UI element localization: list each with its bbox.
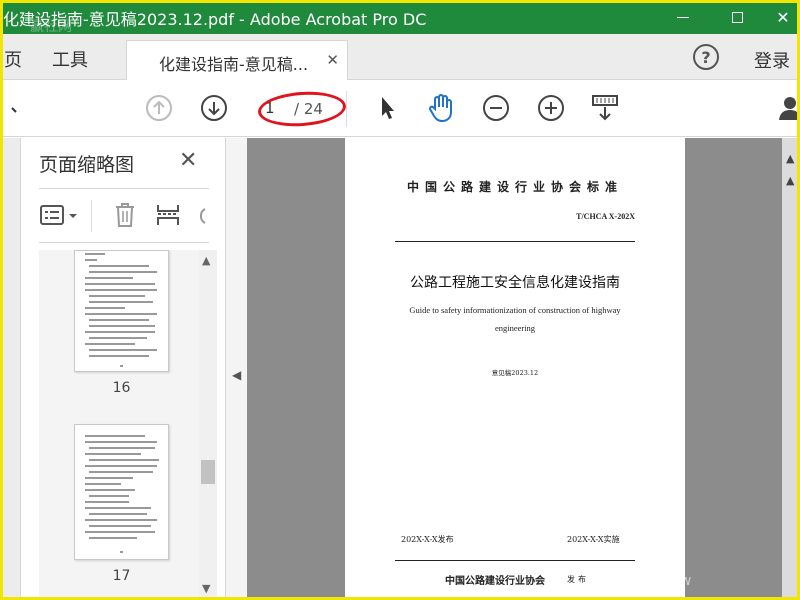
panel-splitter[interactable]: ◀: [225, 138, 247, 600]
options-icon: [40, 205, 77, 225]
next-page-icon[interactable]: [199, 93, 229, 123]
scroll-up-icon[interactable]: ▲: [786, 174, 794, 187]
help-button[interactable]: ?: [693, 44, 719, 70]
scroll-up-icon[interactable]: ▲: [202, 254, 210, 267]
publisher-name: 中国公路建设行业协会: [445, 576, 545, 587]
thumbnail-label: 17: [112, 568, 131, 584]
page-display-icon[interactable]: [590, 93, 620, 123]
issued-label: 发布: [567, 575, 589, 584]
thumbnail-panel-title: 页面缩略图: [39, 154, 135, 176]
previous-page-icon[interactable]: [144, 93, 174, 123]
thumbnail-list: 16 17: [39, 250, 216, 600]
toolbar-divider: [91, 200, 92, 232]
pdf-page: 中国公路建设行业协会标准 T/CHCA X-202X 公路工程施工安全信息化建设…: [345, 138, 685, 600]
document-title: 公路工程施工安全信息化建设指南: [410, 275, 620, 291]
header-rule: [395, 241, 635, 242]
footer-rule: [395, 560, 635, 561]
scroll-up-icon[interactable]: ▲: [786, 152, 794, 165]
english-title: Guide to safety informationization of co…: [409, 305, 621, 333]
standard-organization: 中国公路建设行业协会标准: [406, 180, 623, 194]
login-button[interactable]: 登录: [754, 47, 790, 73]
hand-tool-icon[interactable]: [426, 93, 456, 123]
chevron-left-icon[interactable]: [0, 93, 30, 123]
thumbnail-page-16[interactable]: [74, 250, 169, 372]
close-panel-icon[interactable]: ✕: [179, 148, 197, 173]
maximize-icon: [731, 11, 743, 23]
current-page-input[interactable]: 1: [265, 99, 287, 121]
maximize-button[interactable]: [714, 0, 760, 34]
total-pages: / 24: [294, 100, 323, 118]
document-viewer: 中国公路建设行业协会标准 T/CHCA X-202X 公路工程施工安全信息化建设…: [247, 138, 800, 600]
draft-note: 意见稿2023.12: [491, 369, 539, 377]
watermark-text: 赢社网: [30, 19, 72, 35]
tab-document[interactable]: 化建设指南-意见稿... ✕: [126, 40, 348, 80]
rotate-icon[interactable]: [193, 200, 207, 230]
extract-page-icon[interactable]: [155, 200, 181, 230]
share-user-icon[interactable]: [775, 93, 800, 123]
tab-home[interactable]: 页: [4, 46, 22, 72]
title-bar: 化建设指南-意见稿2023.12.pdf - Adobe Acrobat Pro…: [0, 0, 800, 35]
thumbnail-panel: 页面缩略图 ✕ 16 17 ▲ ▼: [20, 138, 225, 600]
thumbnail-page-17[interactable]: [74, 424, 169, 560]
close-icon: ✕: [776, 7, 790, 27]
standard-code: T/CHCA X-202X: [576, 212, 635, 221]
watermark-url: www: [655, 573, 693, 589]
document-scrollbar[interactable]: ▲ ▲: [782, 138, 800, 600]
tab-bar: 页 工具 化建设指南-意见稿... ✕ ? 登录: [0, 34, 800, 80]
collapse-panel-icon[interactable]: ◀: [232, 368, 241, 382]
zoom-out-icon[interactable]: [481, 93, 511, 123]
toolbar: 1 / 24: [0, 81, 800, 137]
scroll-down-icon[interactable]: ▼: [202, 582, 210, 595]
page-navigator: 1 / 24: [256, 96, 336, 124]
thumbnail-label: 16: [112, 380, 131, 396]
options-menu-button[interactable]: [39, 200, 81, 230]
toolbar-divider: [346, 91, 347, 127]
left-rail: [0, 138, 20, 600]
scrollbar-thumb[interactable]: [201, 460, 215, 484]
select-cursor-icon[interactable]: [372, 93, 402, 123]
implement-date: 202X-X-X实施: [567, 535, 620, 544]
minimize-button[interactable]: [660, 0, 706, 34]
minimize-icon: [677, 16, 689, 18]
publish-date: 202X-X-X发布: [401, 535, 454, 544]
tab-tools[interactable]: 工具: [52, 46, 88, 72]
close-tab-icon[interactable]: ✕: [326, 51, 339, 69]
panel-divider: [39, 188, 209, 189]
close-window-button[interactable]: ✕: [760, 0, 800, 34]
document-tab-label: 化建设指南-意见稿...: [159, 55, 309, 74]
zoom-in-icon[interactable]: [536, 93, 566, 123]
panel-divider: [39, 242, 209, 243]
thumbnail-scrollbar[interactable]: ▲ ▼: [199, 250, 217, 600]
delete-page-icon[interactable]: [113, 200, 137, 230]
